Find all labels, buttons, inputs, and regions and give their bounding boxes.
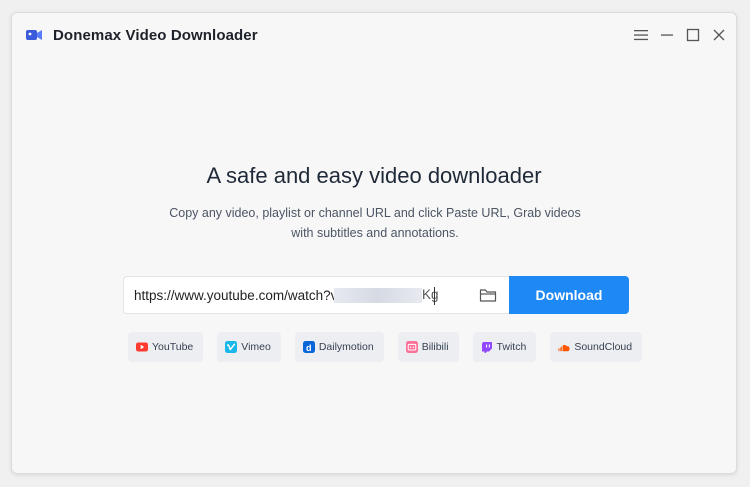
platform-label: Twitch bbox=[496, 341, 527, 353]
platform-label: Dailymotion bbox=[318, 341, 374, 353]
url-search-bar: Kg Download bbox=[123, 276, 629, 314]
menu-icon bbox=[634, 30, 648, 41]
svg-text:d: d bbox=[306, 343, 312, 353]
menu-button[interactable] bbox=[631, 25, 651, 45]
app-title: Donemax Video Downloader bbox=[53, 27, 258, 44]
dailymotion-icon: d bbox=[302, 341, 315, 353]
close-button[interactable] bbox=[709, 25, 729, 45]
vimeo-icon bbox=[225, 341, 238, 353]
maximize-button[interactable] bbox=[683, 25, 703, 45]
platform-label: Vimeo bbox=[241, 341, 271, 353]
folder-icon bbox=[479, 289, 497, 302]
platform-label: YouTube bbox=[152, 341, 194, 353]
title-bar: Donemax Video Downloader bbox=[12, 13, 736, 57]
platform-vimeo[interactable]: Vimeo bbox=[217, 332, 281, 362]
platform-twitch[interactable]: Twitch bbox=[472, 332, 537, 362]
download-button[interactable]: Download bbox=[509, 276, 629, 314]
redacted-url-segment bbox=[334, 288, 422, 303]
platform-list: YouTube Vimeo d Dailymotion Bilibili Twi… bbox=[128, 332, 656, 362]
url-field-container: Kg bbox=[123, 276, 509, 314]
close-icon bbox=[713, 29, 725, 41]
text-caret bbox=[434, 287, 435, 305]
maximize-icon bbox=[686, 28, 700, 42]
platform-dailymotion[interactable]: d Dailymotion bbox=[294, 332, 384, 362]
page-headline: A safe and easy video downloader bbox=[206, 163, 542, 188]
page-description: Copy any video, playlist or channel URL … bbox=[169, 206, 581, 240]
platform-label: Bilibili bbox=[421, 341, 449, 353]
video-camera-icon bbox=[26, 28, 42, 42]
platform-bilibili[interactable]: Bilibili bbox=[397, 332, 459, 362]
url-suffix: Kg bbox=[422, 287, 439, 302]
soundcloud-icon bbox=[558, 341, 570, 353]
folder-button[interactable] bbox=[479, 287, 497, 303]
minimize-icon bbox=[661, 34, 673, 36]
twitch-icon bbox=[481, 341, 493, 353]
platform-youtube[interactable]: YouTube bbox=[128, 332, 204, 362]
youtube-icon bbox=[136, 341, 148, 353]
app-window: Donemax Video Downloader A safe and easy… bbox=[11, 12, 737, 474]
bilibili-icon bbox=[405, 341, 418, 353]
platform-soundcloud[interactable]: SoundCloud bbox=[550, 332, 643, 362]
minimize-button[interactable] bbox=[657, 25, 677, 45]
platform-label: SoundCloud bbox=[574, 341, 633, 353]
